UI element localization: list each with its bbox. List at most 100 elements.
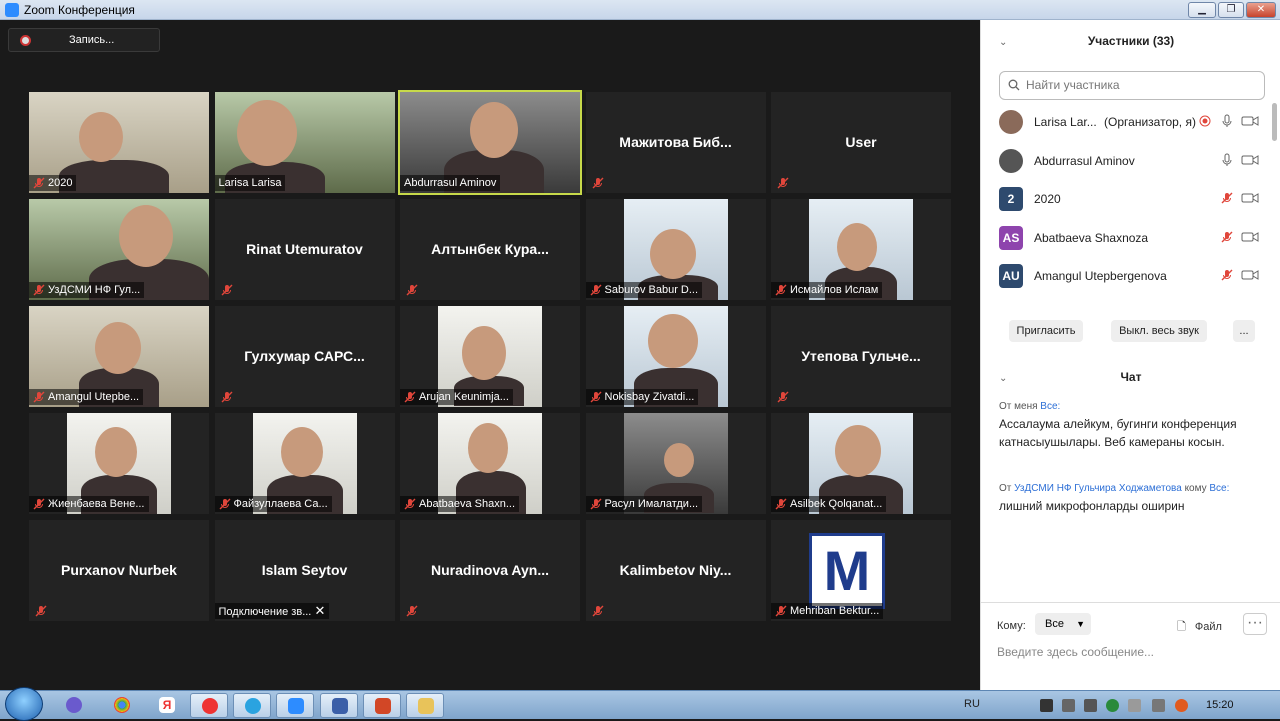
search-icon xyxy=(1008,79,1020,91)
mic-muted-icon xyxy=(590,498,602,510)
participant-tile[interactable]: Abdurrasul Aminov xyxy=(398,90,582,195)
taskbar-chrome[interactable] xyxy=(103,693,141,718)
close-icon[interactable]: ✕ xyxy=(314,603,325,618)
recipient-select[interactable]: Все ▼ xyxy=(1035,613,1091,635)
participant-tile[interactable]: Утепова Гульче... xyxy=(771,306,951,407)
chat-message-2-to[interactable]: Все: xyxy=(1209,483,1229,494)
participant-tile[interactable]: Мажитова Биб... xyxy=(585,92,766,193)
mic-muted-icon[interactable] xyxy=(1221,191,1233,209)
mic-muted-icon[interactable] xyxy=(1221,268,1233,286)
mic-muted-icon xyxy=(221,390,233,403)
participant-role: (Организатор, я) xyxy=(1104,115,1196,129)
mute-all-button[interactable]: Выкл. весь звук xyxy=(1111,320,1207,342)
person-head xyxy=(462,326,506,380)
camera-icon[interactable] xyxy=(1241,268,1259,286)
participant-tile[interactable]: Алтынбек Кура... xyxy=(400,199,580,300)
camera-icon[interactable] xyxy=(1241,230,1259,248)
participant-tile[interactable]: Saburov Babur D... xyxy=(585,199,766,300)
participant-tile[interactable]: Arujan Keunimja... xyxy=(400,306,580,407)
participant-tile[interactable]: Purxanov Nurbek xyxy=(29,520,209,621)
camera-icon[interactable] xyxy=(1241,153,1259,171)
participants-more-button[interactable]: ... xyxy=(1233,320,1255,342)
participant-tile[interactable]: Nokisbay Zivatdi... xyxy=(585,306,766,407)
taskbar-yandex[interactable]: Я xyxy=(148,693,186,718)
participant-tile[interactable]: Islam Seytov Подключение зв... ✕ xyxy=(214,520,395,621)
file-button[interactable]: 🗋 Файл xyxy=(1177,618,1222,637)
microphone-icon[interactable] xyxy=(1221,153,1233,172)
participant-search-input[interactable]: Найти участника xyxy=(999,71,1265,100)
taskbar-app-1[interactable] xyxy=(55,693,93,718)
tray-icon-network[interactable] xyxy=(1128,699,1141,712)
clock[interactable]: 15:20 xyxy=(1206,699,1234,711)
minimize-button[interactable]: ▁ xyxy=(1188,2,1216,18)
recording-indicator[interactable]: Запись... xyxy=(8,28,160,52)
taskbar-explorer[interactable] xyxy=(406,693,444,718)
mic-muted-icon[interactable] xyxy=(1221,230,1233,248)
chat-message-2-text: лишний микрофонларды оширин xyxy=(999,499,1185,513)
participant-list-name: Abatbaeva Shaxnoza xyxy=(1034,231,1152,245)
participant-tile[interactable]: Расул Ималатди... xyxy=(585,413,766,514)
participant-tile[interactable]: Larisa Larisa xyxy=(214,92,395,193)
chat-more-button[interactable]: ··· xyxy=(1243,613,1267,635)
participant-name: Исмайлов Ислам xyxy=(790,284,879,296)
participant-list-name-text: Abatbaeva Shaxnoza xyxy=(1034,230,1149,245)
participant-row[interactable]: Abdurrasul Aminov xyxy=(981,142,1271,180)
chat-message-2-from[interactable]: УзДСМИ НФ Гульчира Ходжаметова xyxy=(1014,483,1182,494)
taskbar-zoom[interactable] xyxy=(276,693,314,718)
close-button[interactable]: ✕ xyxy=(1246,2,1276,18)
mic-muted-icon xyxy=(590,391,602,403)
participant-tile[interactable]: Гулхумар САРС... xyxy=(214,306,395,407)
language-indicator[interactable]: RU xyxy=(964,698,980,710)
participant-tile[interactable]: УзДСМИ НФ Гул... xyxy=(29,199,209,300)
participant-name-large: Гулхумар САРС... xyxy=(244,348,365,364)
start-button[interactable] xyxy=(5,687,43,721)
taskbar-telegram[interactable] xyxy=(233,693,271,718)
participant-tile[interactable]: 2020 xyxy=(29,92,209,193)
participant-scrollbar[interactable] xyxy=(1272,103,1277,141)
taskbar-yandex-browser[interactable] xyxy=(190,693,228,718)
camera-icon[interactable] xyxy=(1241,191,1259,209)
participant-tile[interactable]: Файзуллаева Са... xyxy=(214,413,395,514)
participant-tile[interactable]: User xyxy=(771,92,951,193)
volume-icon[interactable] xyxy=(1084,699,1097,712)
tray-icon-flag[interactable] xyxy=(1152,699,1165,712)
participant-tile[interactable]: Исмайлов Ислам xyxy=(771,199,951,300)
tray-icon-sync[interactable] xyxy=(1106,699,1119,712)
camera-icon[interactable] xyxy=(1241,114,1259,132)
participant-avatar: 2 xyxy=(999,187,1023,211)
participant-tile[interactable]: Asilbek Qolqanat... xyxy=(771,413,951,514)
file-label: Файл xyxy=(1194,621,1222,633)
taskbar-save[interactable] xyxy=(320,693,358,718)
participant-row[interactable]: AU Amangul Utepbergenova xyxy=(981,257,1271,295)
participant-name-large: Nuradinova Ayn... xyxy=(431,562,549,578)
participant-avatar xyxy=(999,110,1023,134)
microphone-icon[interactable] xyxy=(1221,114,1233,133)
participant-row[interactable]: Larisa Lar... (Организатор, я) xyxy=(981,103,1271,141)
participant-list-name-text: Abdurrasul Aminov xyxy=(1034,153,1135,168)
tray-icon-2[interactable] xyxy=(1062,699,1075,712)
tray-icon-alert[interactable] xyxy=(1175,699,1188,712)
participant-row[interactable]: 2 2020 xyxy=(981,180,1271,218)
person-head xyxy=(236,100,297,166)
participant-tile[interactable]: Amangul Utepbe... xyxy=(29,306,209,407)
participant-name: Saburov Babur D... xyxy=(604,284,699,296)
participant-tile[interactable]: Nuradinova Ayn... xyxy=(400,520,580,621)
chat-message-1-to[interactable]: Все: xyxy=(1040,401,1060,412)
participant-name-label: 2020 xyxy=(29,175,77,191)
person-head xyxy=(837,223,877,271)
connecting-text: Подключение зв... xyxy=(218,606,312,618)
chat-message-input[interactable]: Введите здесь сообщение... xyxy=(997,645,1154,659)
taskbar-powerpoint[interactable] xyxy=(363,693,401,718)
participant-tile[interactable]: Kalimbetov Niy... xyxy=(585,520,766,621)
participant-tile[interactable]: Жиенбаева Вене... xyxy=(29,413,209,514)
participant-tile[interactable]: Rinat Utemuratov xyxy=(214,199,395,300)
participant-tile[interactable]: Abatbaeva Shaxn... xyxy=(400,413,580,514)
mic-muted-icon xyxy=(33,177,45,189)
participant-tile[interactable]: M Mehriban Bektur... xyxy=(771,520,951,621)
participant-row[interactable]: AS Abatbaeva Shaxnoza xyxy=(981,219,1271,257)
maximize-button[interactable]: ❐ xyxy=(1218,2,1244,18)
participant-name-label: Amangul Utepbe... xyxy=(29,389,144,405)
invite-button[interactable]: Пригласить xyxy=(1009,320,1083,342)
tray-icon-1[interactable] xyxy=(1040,699,1053,712)
mic-muted-icon xyxy=(775,498,787,510)
